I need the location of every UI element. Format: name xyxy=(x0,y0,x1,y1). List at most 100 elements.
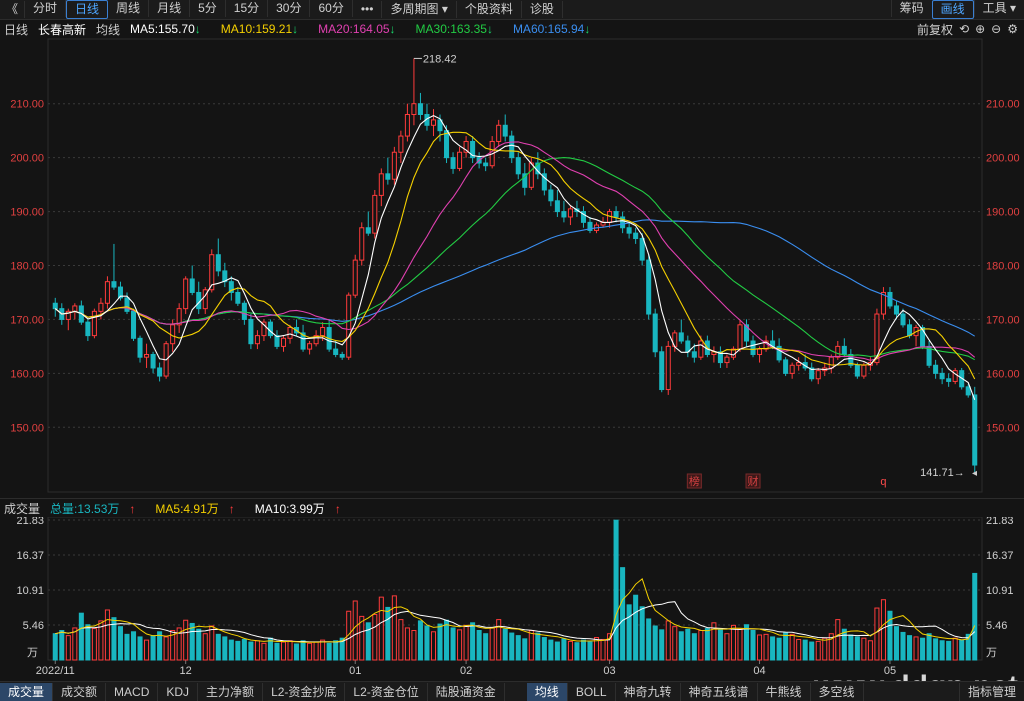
volume-bar xyxy=(137,636,143,661)
volume-bar xyxy=(626,604,632,661)
candle-body xyxy=(528,162,534,188)
volume-bar xyxy=(776,637,782,661)
candle-body xyxy=(652,313,658,353)
volume-label-right: 10.91 xyxy=(986,585,1014,597)
candle-body xyxy=(946,378,952,382)
indicator-tab-2[interactable]: 神奇九转 xyxy=(616,682,681,701)
price-label-right: 180.00 xyxy=(986,261,1020,273)
volume-title: 成交量 xyxy=(4,501,41,516)
volume-bar xyxy=(920,637,926,661)
high-price-label: 218.42 xyxy=(423,53,457,65)
volume-bar xyxy=(685,628,691,661)
volume-bar xyxy=(796,638,802,661)
candle-body xyxy=(248,318,254,345)
volume-bar xyxy=(404,627,410,661)
volume-bar xyxy=(724,633,730,661)
candle-body xyxy=(626,227,632,234)
candle-body xyxy=(861,364,867,377)
volume-bar xyxy=(802,639,808,661)
indicator-tab-5[interactable]: 多空线 xyxy=(811,682,864,701)
candle-body xyxy=(365,227,371,234)
volume-bar xyxy=(717,629,723,661)
bottom-tab-0[interactable]: 成交量 xyxy=(0,682,54,701)
price-label-left: 180.00 xyxy=(10,261,44,273)
volume-bar xyxy=(130,631,137,661)
candle-body xyxy=(411,103,417,116)
candle-body xyxy=(933,364,939,374)
kline-chart[interactable]: 150.00 150.00 160.00 160.00 170.00 170.00 180.… xyxy=(0,0,1024,700)
candle-body xyxy=(783,359,789,374)
volume-total: 总量:13.53万 ↑ xyxy=(50,501,136,516)
volume-bar xyxy=(933,638,939,661)
volume-bar xyxy=(72,627,78,661)
event-marker: 财 xyxy=(748,474,759,488)
volume-bar xyxy=(287,640,293,661)
volume-bar xyxy=(398,619,404,661)
volume-bar xyxy=(78,612,84,661)
candle-body xyxy=(215,254,221,272)
volume-legend: 成交量 总量:13.53万 ↑ MA5:4.91万 ↑ MA10:3.99万 ↑ xyxy=(0,498,1024,517)
volume-bar xyxy=(789,633,795,661)
volume-bar xyxy=(124,633,130,661)
candle-body xyxy=(104,281,110,304)
volume-bar xyxy=(274,642,280,661)
bottom-tab-7[interactable]: 陆股通资金 xyxy=(428,682,505,701)
volume-bar xyxy=(457,629,463,661)
candle-body xyxy=(646,259,652,315)
x-label: 03 xyxy=(603,665,615,677)
candle-body xyxy=(509,135,515,159)
candle-body xyxy=(972,394,978,466)
indicator-tab-0[interactable]: 均线 xyxy=(526,682,568,701)
candle-body xyxy=(398,135,404,153)
volume-bar xyxy=(417,620,423,661)
indicator-manage-button[interactable]: 指标管理 xyxy=(958,682,1024,701)
volume-bar xyxy=(652,625,658,661)
volume-bar xyxy=(874,607,880,661)
candle-body xyxy=(287,327,293,339)
volume-bar xyxy=(678,631,684,661)
bottom-tab-3[interactable]: KDJ xyxy=(158,682,199,701)
volume-bar xyxy=(959,639,965,661)
candle-body xyxy=(307,343,313,350)
candle-body xyxy=(887,291,893,307)
volume-bar xyxy=(215,633,221,661)
candle-body xyxy=(417,103,423,116)
volume-bar xyxy=(424,625,430,661)
candle-body xyxy=(665,345,671,391)
bottom-tab-4[interactable]: 主力净额 xyxy=(198,682,264,701)
volume-bar xyxy=(561,638,567,661)
indicator-tab-1[interactable]: BOLL xyxy=(568,682,616,701)
volume-bar xyxy=(463,624,469,661)
candle-body xyxy=(444,130,450,159)
candle-body xyxy=(900,313,906,326)
candle-body xyxy=(457,151,463,169)
bottom-tab-6[interactable]: L2-资金仓位 xyxy=(345,682,428,701)
candle-body xyxy=(561,211,567,218)
volume-bar xyxy=(835,619,841,661)
price-label-right: 170.00 xyxy=(986,314,1020,326)
volume-bar xyxy=(535,632,541,661)
candle-body xyxy=(828,356,834,369)
price-label-left: 210.00 xyxy=(10,99,44,111)
volume-bar xyxy=(365,622,371,661)
volume-bar xyxy=(952,637,958,661)
volume-bar xyxy=(378,596,384,661)
volume-bar xyxy=(183,619,189,661)
candle-body xyxy=(691,351,697,358)
candle-body xyxy=(359,227,365,261)
volume-bar xyxy=(391,595,397,661)
indicator-tab-4[interactable]: 牛熊线 xyxy=(758,682,811,701)
volume-bar xyxy=(815,640,821,661)
bottom-tab-5[interactable]: L2-资金抄底 xyxy=(263,682,346,701)
event-marker: 榜 xyxy=(689,474,700,488)
indicator-tab-3[interactable]: 神奇五线谱 xyxy=(681,682,758,701)
volume-bar xyxy=(822,637,828,661)
volume-bar xyxy=(65,635,71,661)
volume-bar xyxy=(522,638,528,661)
candle-body xyxy=(835,345,841,358)
bottom-tab-2[interactable]: MACD xyxy=(106,682,159,701)
volume-bar xyxy=(854,636,860,661)
volume-bar xyxy=(887,610,893,661)
candle-body xyxy=(841,345,847,355)
bottom-tab-1[interactable]: 成交额 xyxy=(53,682,107,701)
